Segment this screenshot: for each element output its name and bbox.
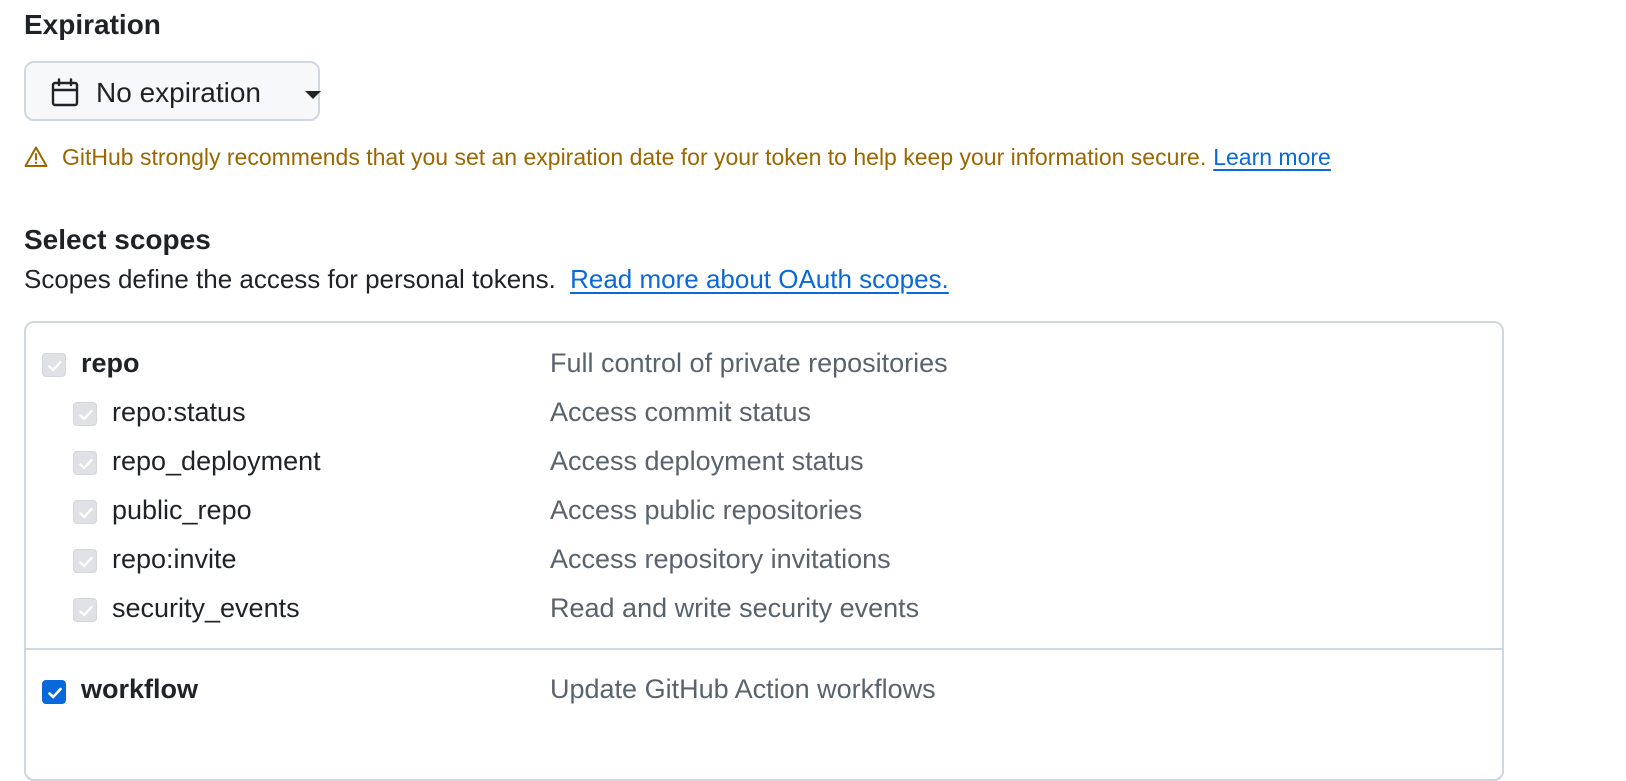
calendar-icon [51, 78, 79, 107]
select-scopes-heading: Select scopes [24, 224, 211, 255]
scope-name-public-repo: public_repo [112, 495, 252, 525]
expiration-dropdown[interactable]: No expiration [24, 61, 321, 121]
scopes-description-text: Scopes define the access for personal to… [24, 264, 556, 294]
scope-checkbox-repo[interactable] [42, 353, 66, 377]
scope-row-repo-invite: repo:invite Access repository invitation… [26, 539, 1502, 579]
oauth-scopes-link[interactable]: Read more about OAuth scopes. [570, 264, 949, 294]
scope-description-workflow: Update GitHub Action workflows [550, 674, 936, 704]
scope-name-repo-deployment: repo_deployment [112, 446, 321, 476]
scope-checkbox-repo-status[interactable] [73, 402, 97, 426]
scope-name-repo-invite: repo:invite [112, 544, 237, 574]
scope-checkbox-public-repo[interactable] [73, 500, 97, 524]
scope-checkbox-workflow[interactable] [42, 680, 66, 704]
scopes-description: Scopes define the access for personal to… [24, 264, 949, 295]
scope-description-repo-deployment: Access deployment status [550, 446, 864, 476]
scope-name-security-events: security_events [112, 593, 300, 623]
scope-row-security-events: security_events Read and write security … [26, 588, 1502, 628]
scope-description-repo-invite: Access repository invitations [550, 544, 891, 574]
scope-checkbox-repo-invite[interactable] [73, 549, 97, 573]
scope-name-repo-status: repo:status [112, 397, 246, 427]
scope-description-repo-status: Access commit status [550, 397, 812, 427]
scope-group-divider [26, 648, 1502, 650]
scope-row-workflow: workflow Update GitHub Action workflows [26, 669, 1502, 709]
scope-description-security-events: Read and write security events [550, 593, 920, 623]
expiration-heading: Expiration [24, 9, 161, 40]
scopes-list: repo Full control of private repositorie… [24, 321, 1504, 781]
scope-checkbox-security-events[interactable] [73, 598, 97, 622]
warning-text: GitHub strongly recommends that you set … [62, 143, 1207, 170]
scope-row-repo-status: repo:status Access commit status [26, 392, 1502, 432]
scope-row-repo: repo Full control of private repositorie… [26, 343, 1502, 383]
scope-description-public-repo: Access public repositories [550, 495, 863, 525]
scope-row-public-repo: public_repo Access public repositories [26, 490, 1502, 530]
scope-checkbox-repo-deployment[interactable] [73, 451, 97, 475]
scope-description-repo: Full control of private repositories [550, 348, 948, 378]
alert-icon [24, 146, 48, 167]
expiration-selected-value: No expiration [96, 77, 261, 108]
scope-row-repo-deployment: repo_deployment Access deployment status [26, 441, 1502, 481]
chevron-down-icon [305, 91, 321, 99]
scope-name-repo: repo [81, 348, 140, 378]
learn-more-link[interactable]: Learn more [1213, 144, 1331, 171]
expiration-warning: GitHub strongly recommends that you set … [24, 142, 1331, 172]
scope-name-workflow: workflow [81, 674, 199, 704]
